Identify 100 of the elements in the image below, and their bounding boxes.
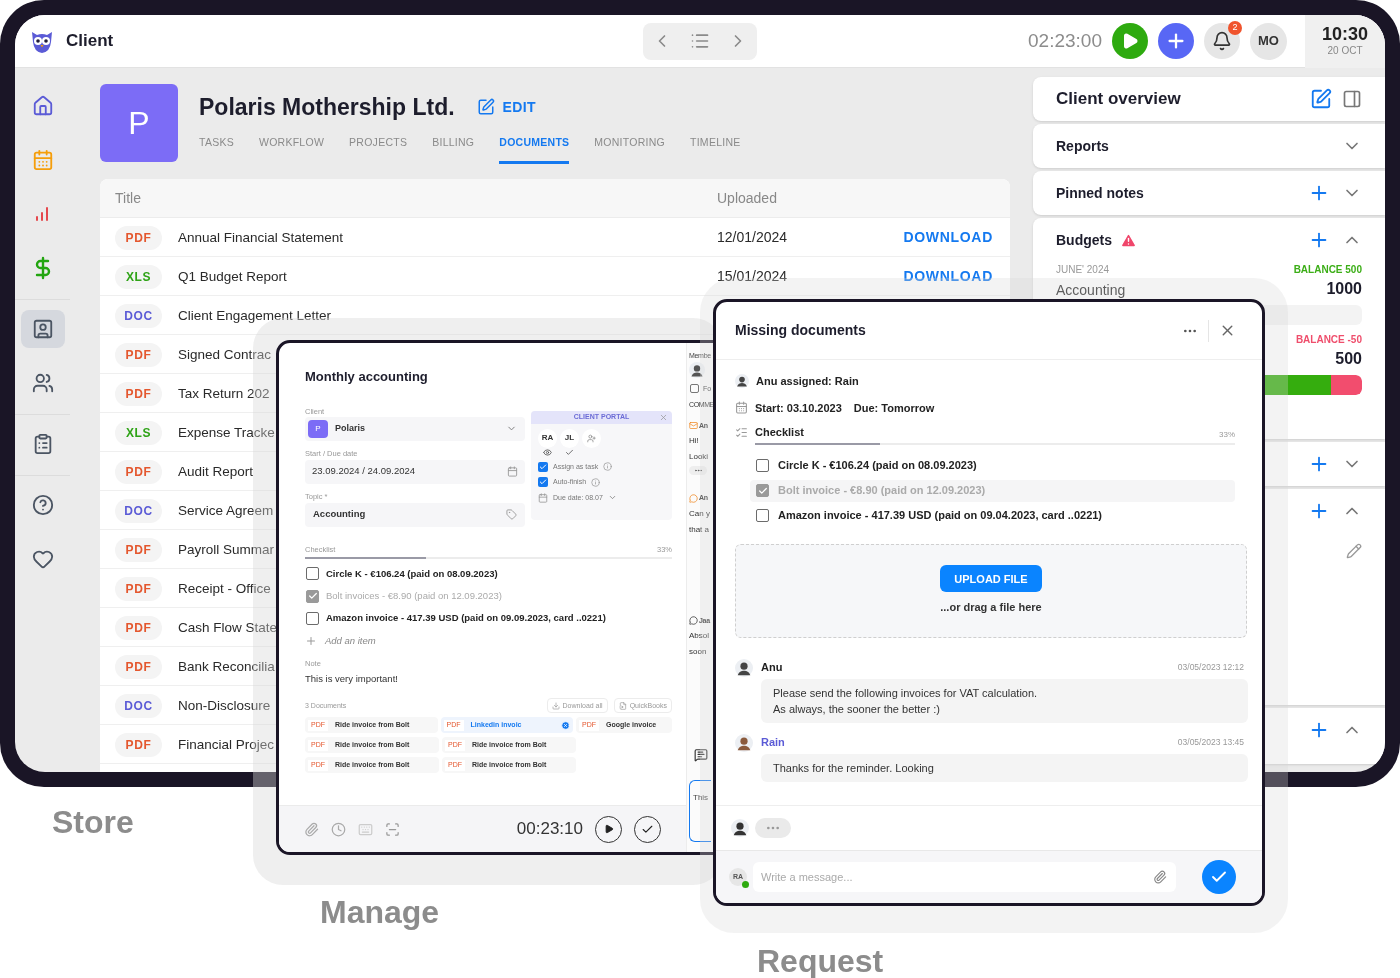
section-title: Reports <box>1056 136 1109 156</box>
message-input[interactable]: Write a message... <box>753 862 1176 892</box>
sidebar-item[interactable] <box>20 310 65 348</box>
timer-text: 02:23:00 <box>1028 28 1102 53</box>
checkbox[interactable] <box>306 611 319 625</box>
document-title: Expense Tracke <box>178 425 275 440</box>
file-type-badge: PDF <box>115 342 162 367</box>
file-type-badge: PDF <box>115 654 162 679</box>
info-icon <box>603 462 613 472</box>
panel-icon[interactable] <box>1342 89 1362 109</box>
comment-icon <box>689 493 698 503</box>
eye-icon <box>543 447 552 457</box>
list-icon[interactable] <box>690 31 710 51</box>
avatar-icon <box>735 658 753 677</box>
message-text: As always, the sooner the better :) <box>773 701 941 717</box>
member-avatar: RA <box>538 428 557 448</box>
checkbox[interactable] <box>306 567 319 581</box>
notifications-button[interactable] <box>1204 23 1240 59</box>
download-icon <box>551 701 560 710</box>
send-button[interactable] <box>1202 860 1236 894</box>
drop-hint: ...or drag a file here <box>940 600 1042 616</box>
check-icon <box>757 485 768 496</box>
message-time: 03/05/2023 12:12 <box>1177 661 1244 674</box>
member-avatar: JL <box>560 428 579 448</box>
checkbox[interactable] <box>756 509 769 522</box>
add-item-button[interactable]: Add an item <box>325 633 376 648</box>
section-title: Budgets <box>1056 230 1112 250</box>
scan-icon[interactable] <box>385 821 400 837</box>
file-type-badge: PDF <box>115 537 162 562</box>
topic-field[interactable]: Accounting <box>305 502 525 527</box>
document-title: Financial Projec <box>178 737 275 752</box>
message-author: Rain <box>761 735 785 751</box>
add-button[interactable] <box>1158 23 1194 59</box>
clock-icon[interactable] <box>331 821 346 837</box>
date-field[interactable]: 23.09.2024 / 24.09.2024 <box>305 459 525 484</box>
checklist-item: Circle K - €106.24 (paid on 08.09.2023) <box>778 458 977 474</box>
comment-text: Hi! <box>689 436 699 445</box>
checkbox[interactable] <box>538 461 548 472</box>
checkbox[interactable] <box>756 459 769 472</box>
comment-text: that a <box>689 524 709 534</box>
remove-icon[interactable] <box>561 720 571 730</box>
checkbox[interactable] <box>306 589 319 603</box>
check-icon <box>565 447 574 457</box>
tab[interactable]: MONITORING <box>594 134 665 165</box>
checklist-item: Amazon invoice - 417.39 USD (paid on 09.09.2023, card ..0221) <box>326 611 606 626</box>
home-icon <box>31 95 54 117</box>
message-icon[interactable] <box>694 748 708 762</box>
client-select[interactable]: P Polaris <box>305 416 525 441</box>
file-type-badge: PDF <box>115 732 162 757</box>
contact-card-icon <box>31 318 54 340</box>
edit-button[interactable]: EDIT <box>476 96 536 118</box>
checkbox[interactable] <box>538 477 548 488</box>
tab[interactable]: PROJECTS <box>349 134 408 165</box>
budget-name: Accounting <box>1056 281 1126 300</box>
checklist-item: Bolt invoices - €8.90 (paid on 12.09.2023) <box>326 589 502 603</box>
tab[interactable]: TASKS <box>199 134 234 165</box>
file-type-badge: PDF <box>115 381 162 406</box>
document-title: Annual Financial Statement <box>178 230 344 245</box>
tab[interactable]: TIMELINE <box>690 134 741 165</box>
user-avatar[interactable]: MO <box>1250 22 1287 60</box>
task-title: Monthly accounting <box>305 368 429 386</box>
checklist-item: Circle K - €106.24 (paid on 08.09.2023) <box>326 566 498 581</box>
budget-amount: 1000 <box>1326 279 1362 299</box>
more-button[interactable] <box>689 466 707 475</box>
caption: Store <box>52 803 134 842</box>
paperclip-icon[interactable] <box>304 821 319 837</box>
tag-icon <box>506 509 517 520</box>
file-type-badge: XLS <box>115 264 162 289</box>
caption: Manage <box>320 893 440 932</box>
comment-text: soon <box>689 647 707 656</box>
checkbox[interactable] <box>756 484 769 497</box>
checklist-icon <box>735 425 748 439</box>
budget-amount: 500 <box>1335 349 1362 369</box>
edit-icon[interactable] <box>1310 88 1332 110</box>
upload-button[interactable]: UPLOAD FILE <box>940 565 1042 593</box>
add-user-icon <box>587 433 596 443</box>
overspend-fill <box>1331 375 1362 395</box>
caption: Request <box>757 942 884 978</box>
help-icon <box>31 494 54 516</box>
tab[interactable]: WORKFLOW <box>258 134 325 165</box>
add-member-button[interactable] <box>582 428 601 448</box>
paperclip-icon[interactable] <box>1153 870 1167 884</box>
request-title: Missing documents <box>735 321 867 340</box>
file-type-badge: PDF <box>115 615 162 640</box>
budget-balance: BALANCE -50 <box>1295 333 1362 347</box>
checkbox[interactable] <box>690 384 699 394</box>
tab[interactable]: BILLING <box>432 134 475 165</box>
download-link[interactable]: DOWNLOAD <box>903 265 993 287</box>
client-avatar: P <box>100 84 178 162</box>
document-title: Receipt - Office <box>178 581 271 596</box>
document-title: Bank Reconcilia <box>178 659 275 674</box>
download-link[interactable]: DOWNLOAD <box>903 226 993 248</box>
tab[interactable]: DOCUMENTS <box>499 134 570 165</box>
client-name: Polaris Mothership Ltd. <box>199 93 455 122</box>
drop-zone[interactable]: UPLOAD FILE ...or drag a file here <box>735 543 1247 638</box>
calendar-icon <box>507 466 518 477</box>
avatar-icon <box>735 733 753 752</box>
pencil-icon[interactable] <box>1346 543 1362 559</box>
message-text: Thanks for the reminder. Looking <box>773 760 935 776</box>
comment-input[interactable]: This <box>689 780 711 842</box>
